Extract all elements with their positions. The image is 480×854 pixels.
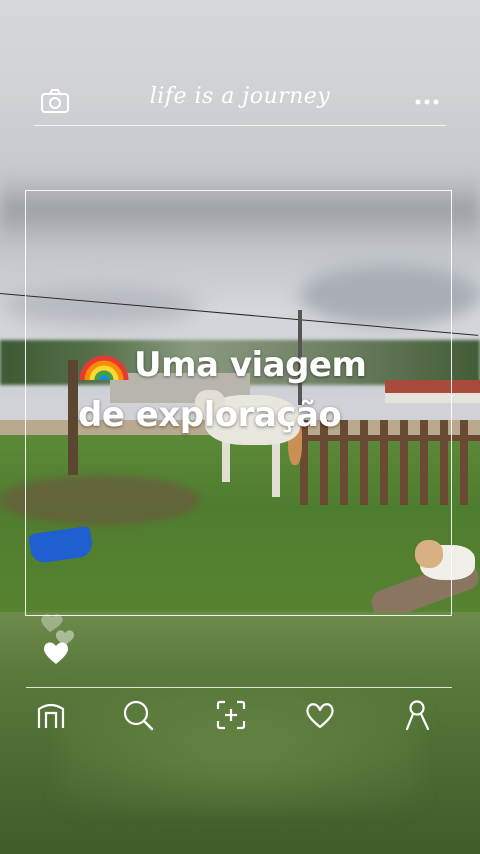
home-icon[interactable] [34,698,68,732]
caption-line-1: Uma viagem [78,334,458,393]
rainbow-icon [78,334,130,393]
nav-divider [26,687,452,688]
profile-icon[interactable] [400,698,434,732]
header-divider [34,125,446,126]
like-animation[interactable] [36,608,80,668]
post-caption: Uma viagem de exploração [78,334,458,437]
heart-icon[interactable] [303,698,337,732]
camera-icon[interactable] [40,88,70,114]
more-icon[interactable] [414,94,442,108]
page-title: life is a journey [149,84,331,109]
caption-text-2: de exploração [78,395,342,435]
caption-text-1: Uma viagem [134,345,367,385]
search-icon[interactable] [121,698,155,732]
add-post-icon[interactable] [214,698,248,732]
